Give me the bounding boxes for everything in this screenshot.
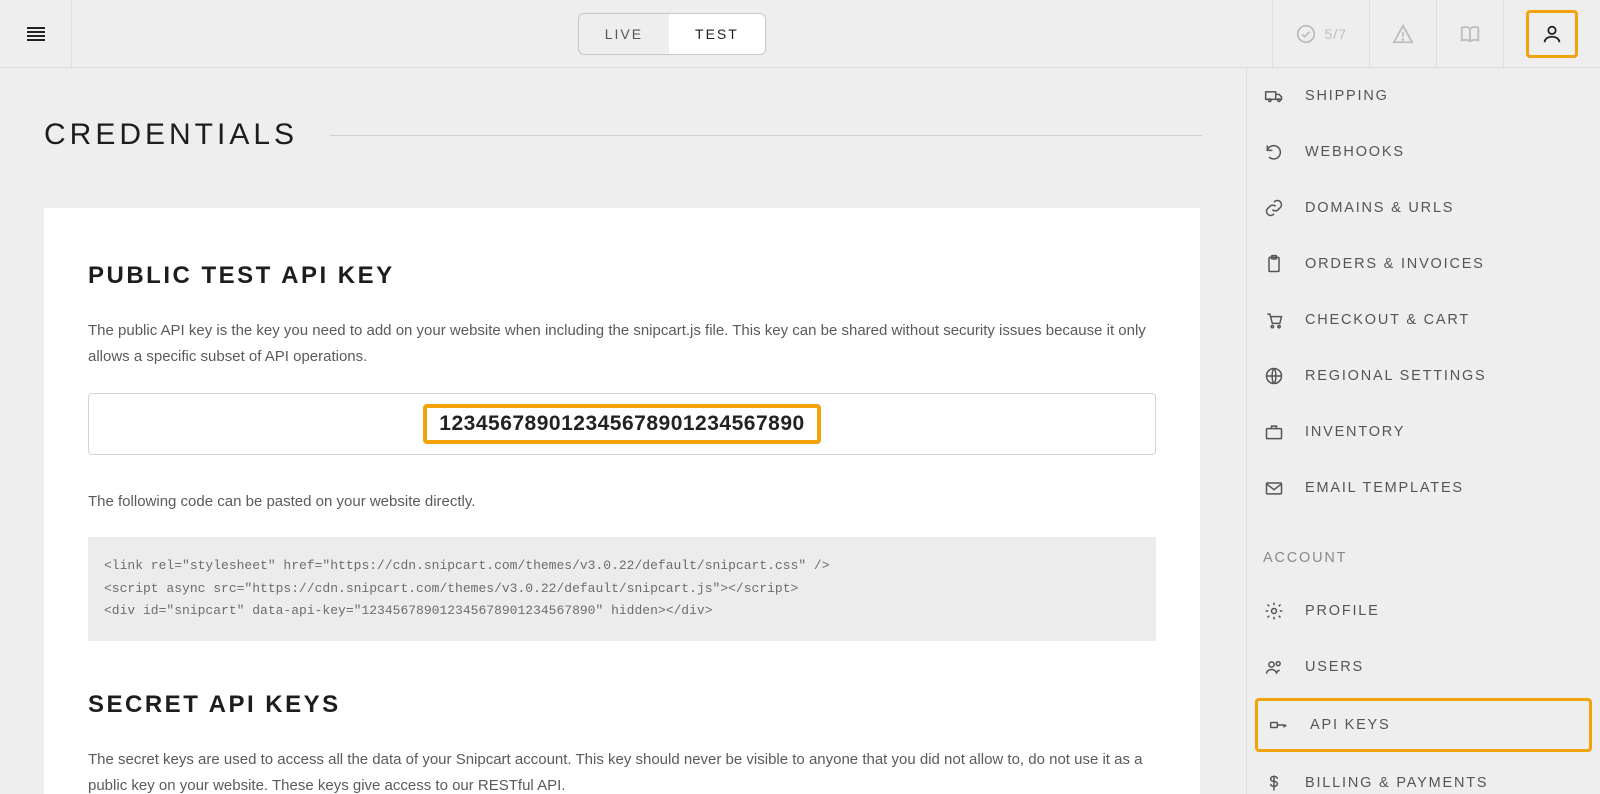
sidebar-item-label: SHIPPING bbox=[1305, 88, 1389, 104]
sidebar: SHIPPING WEBHOOKS DOMAINS & URLS ORDERS … bbox=[1246, 68, 1600, 794]
sidebar-item-users[interactable]: USERS bbox=[1247, 639, 1600, 695]
sidebar-item-email[interactable]: EMAIL TEMPLATES bbox=[1247, 460, 1600, 516]
briefcase-icon bbox=[1263, 421, 1285, 443]
main-content: CREDENTIALS PUBLIC TEST API KEY The publ… bbox=[0, 68, 1246, 794]
env-test-button[interactable]: TEST bbox=[669, 14, 765, 54]
undo-icon bbox=[1263, 141, 1285, 163]
dollar-icon bbox=[1263, 772, 1285, 794]
page-heading: CREDENTIALS bbox=[44, 118, 1202, 152]
env-toggle-container: LIVE TEST bbox=[72, 0, 1272, 67]
cart-icon bbox=[1263, 309, 1285, 331]
sidebar-item-webhooks[interactable]: WEBHOOKS bbox=[1247, 124, 1600, 180]
topbar: LIVE TEST 5/7 bbox=[0, 0, 1600, 68]
book-icon bbox=[1459, 23, 1481, 45]
env-toggle: LIVE TEST bbox=[578, 13, 766, 55]
sidebar-item-label: EMAIL TEMPLATES bbox=[1305, 480, 1464, 496]
sidebar-item-label: USERS bbox=[1305, 659, 1364, 675]
sidebar-item-label: CHECKOUT & CART bbox=[1305, 312, 1470, 328]
user-icon bbox=[1541, 23, 1563, 45]
alert-triangle-icon bbox=[1392, 23, 1414, 45]
status-counter[interactable]: 5/7 bbox=[1272, 0, 1369, 67]
sidebar-item-label: BILLING & PAYMENTS bbox=[1305, 775, 1488, 791]
sidebar-item-api-keys[interactable]: API KEYS bbox=[1255, 698, 1592, 752]
sidebar-item-billing[interactable]: BILLING & PAYMENTS bbox=[1247, 755, 1600, 794]
sidebar-item-label: ORDERS & INVOICES bbox=[1305, 256, 1485, 272]
page-title: CREDENTIALS bbox=[44, 118, 298, 152]
sidebar-section-label: ACCOUNT bbox=[1263, 550, 1347, 566]
clipboard-icon bbox=[1263, 253, 1285, 275]
credentials-card: PUBLIC TEST API KEY The public API key i… bbox=[44, 208, 1200, 794]
topbar-right: 5/7 bbox=[1272, 0, 1600, 67]
users-icon bbox=[1263, 656, 1285, 678]
sidebar-section-account: ACCOUNT bbox=[1247, 516, 1600, 583]
menu-button[interactable] bbox=[0, 0, 72, 67]
sidebar-item-checkout[interactable]: CHECKOUT & CART bbox=[1247, 292, 1600, 348]
alerts-button[interactable] bbox=[1369, 0, 1436, 67]
sidebar-item-label: INVENTORY bbox=[1305, 424, 1405, 440]
truck-icon bbox=[1263, 85, 1285, 107]
heading-rule bbox=[330, 135, 1202, 136]
secret-key-description: The secret keys are used to access all t… bbox=[88, 747, 1156, 794]
code-snippet[interactable]: <link rel="stylesheet" href="https://cdn… bbox=[88, 537, 1156, 641]
public-key-description: The public API key is the key you need t… bbox=[88, 318, 1156, 371]
counter-text: 5/7 bbox=[1325, 26, 1347, 42]
paste-note: The following code can be pasted on your… bbox=[88, 489, 1156, 515]
public-key-heading: PUBLIC TEST API KEY bbox=[88, 262, 1156, 290]
sidebar-item-label: REGIONAL SETTINGS bbox=[1305, 368, 1487, 384]
sidebar-item-label: API KEYS bbox=[1310, 717, 1391, 733]
hamburger-icon bbox=[24, 22, 48, 46]
sidebar-item-regional[interactable]: REGIONAL SETTINGS bbox=[1247, 348, 1600, 404]
globe-icon bbox=[1263, 365, 1285, 387]
sidebar-item-label: DOMAINS & URLS bbox=[1305, 200, 1454, 216]
link-icon bbox=[1263, 197, 1285, 219]
sidebar-item-label: WEBHOOKS bbox=[1305, 144, 1405, 160]
user-menu[interactable] bbox=[1503, 0, 1600, 67]
sidebar-item-domains[interactable]: DOMAINS & URLS bbox=[1247, 180, 1600, 236]
sidebar-item-label: PROFILE bbox=[1305, 603, 1380, 619]
secret-key-heading: SECRET API KEYS bbox=[88, 691, 1156, 719]
sidebar-item-shipping[interactable]: SHIPPING bbox=[1247, 68, 1600, 124]
env-live-button[interactable]: LIVE bbox=[579, 14, 669, 54]
sidebar-item-inventory[interactable]: INVENTORY bbox=[1247, 404, 1600, 460]
check-circle-icon bbox=[1295, 23, 1317, 45]
mail-icon bbox=[1263, 477, 1285, 499]
public-key-box[interactable]: 123456789012345678901234567890 bbox=[88, 393, 1156, 455]
gear-icon bbox=[1263, 600, 1285, 622]
sidebar-item-orders[interactable]: ORDERS & INVOICES bbox=[1247, 236, 1600, 292]
docs-button[interactable] bbox=[1436, 0, 1503, 67]
sidebar-item-profile[interactable]: PROFILE bbox=[1247, 583, 1600, 639]
public-key-value: 123456789012345678901234567890 bbox=[423, 404, 820, 444]
key-icon bbox=[1268, 714, 1290, 736]
